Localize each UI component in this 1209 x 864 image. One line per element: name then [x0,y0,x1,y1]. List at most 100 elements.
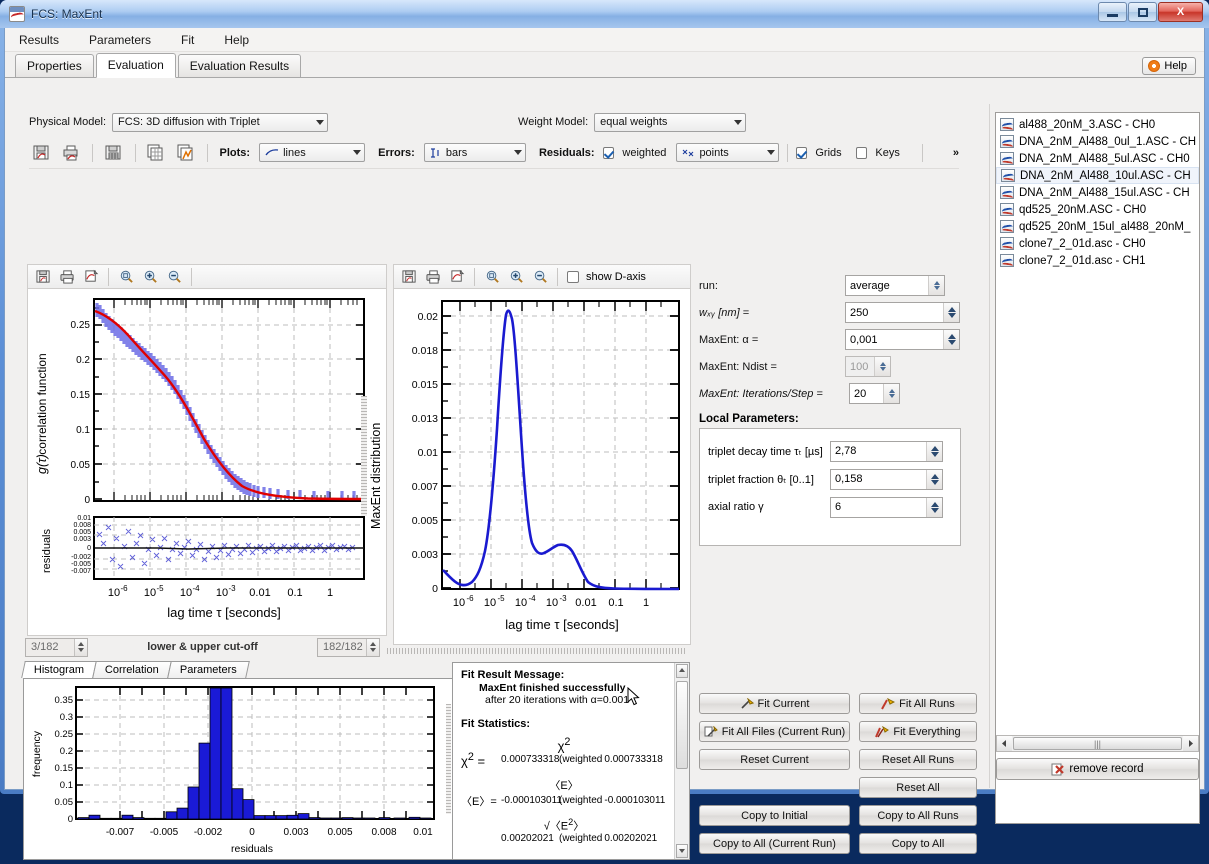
record-list[interactable]: al488_20nM_3.ASC - CH0 DNA_2nM_Al488_0ul… [995,112,1200,824]
zoom-in-icon[interactable] [505,267,527,287]
reset-all-runs-button[interactable]: Reset All Runs [859,749,977,770]
show-daxis-checkbox[interactable] [567,270,579,283]
scroll-right-arrow-icon[interactable] [1183,736,1198,751]
alpha-spinner[interactable] [943,330,959,349]
scroll-up-arr ow-icon[interactable] [676,664,688,678]
fit-current-label: Fit Current [757,697,810,710]
list-item[interactable]: al488_20nM_3.ASC - CH0 [996,116,1199,133]
weighted-checkbox[interactable] [602,146,615,159]
tab-histogram[interactable]: Histogram [21,661,97,678]
fit-everything-button[interactable]: Fit Everything [859,721,977,742]
copy-to-all-button[interactable]: Copy to All [859,833,977,854]
keys-checkbox[interactable] [855,146,868,159]
svg-text:10: 10 [180,587,192,599]
ndist-label: MaxEnt: Ndist = [699,360,777,373]
axial-ratio-spinner[interactable] [926,497,942,517]
copy-icon[interactable] [446,267,468,287]
menu-help[interactable]: Help [222,31,251,49]
zoom-out-icon[interactable] [163,267,185,287]
residual-style-combo[interactable]: points [676,143,779,162]
fit-all-files-button[interactable]: Fit All Files (Current Run) [699,721,850,742]
list-item[interactable]: DNA_2nM_Al488_15ul.ASC - CH [996,184,1199,201]
lower-cutoff-spinner[interactable]: 3/182 [25,637,88,657]
copy-to-initial-button[interactable]: Copy to Initial [699,805,850,826]
weight-model-combo[interactable]: equal weights [594,112,747,132]
physical-model-combo[interactable]: FCS: 3D diffusion with Triplet [112,112,329,132]
svg-text:0.25: 0.25 [71,320,91,331]
upper-cutoff-spinner[interactable]: 182/182 [316,637,380,657]
grids-checkbox[interactable] [795,146,808,159]
menu-parameters[interactable]: Parameters [87,31,153,49]
toolbar-overflow-button[interactable]: » [953,147,959,159]
spinner-arrows[interactable] [365,638,379,656]
wxy-field[interactable]: 250 [845,302,960,323]
print-plot-icon[interactable] [59,141,85,165]
copy-table-icon[interactable] [144,141,170,165]
tab-evaluation[interactable]: Evaluation [95,53,176,78]
menu-fit[interactable]: Fit [179,31,196,49]
errors-combo[interactable]: bars [423,143,526,162]
toolbar-separator [108,267,109,286]
print-icon[interactable] [56,267,78,287]
plots-combo[interactable]: lines [259,143,366,162]
help-button[interactable]: Help [1142,57,1196,75]
print-icon[interactable] [422,267,444,287]
list-item-selected[interactable]: DNA_2nM_Al488_10ul.ASC - CH [996,167,1199,184]
axial-ratio-field[interactable]: 6 [830,496,943,518]
iterations-field[interactable]: 20 [849,383,900,404]
zoom-all-icon[interactable] [115,267,137,287]
maximize-button[interactable] [1128,2,1157,22]
triplet-decay-spinner[interactable] [926,441,942,461]
hscrollbar-thumb[interactable]: ||| [1013,737,1182,750]
save-plot-icon[interactable] [29,141,55,165]
copy-to-all-current-run-button[interactable]: Copy to All (Current Run) [699,833,850,854]
tab-correlation[interactable]: Correlation [92,661,172,678]
copy-icon[interactable] [80,267,102,287]
list-item[interactable]: DNA_2nM_Al488_5ul.ASC - CH0 [996,150,1199,167]
save-icon[interactable] [398,267,420,287]
list-item[interactable]: qd525_20nM_15ul_al488_20nM_ [996,218,1199,235]
list-item[interactable]: qd525_20nM.ASC - CH0 [996,201,1199,218]
minimize-button[interactable] [1098,2,1127,22]
scrollbar-thumb[interactable] [676,681,688,769]
save-data-icon[interactable] [101,141,127,165]
correlation-plot-canvas[interactable]: 0.25 0.2 0.15 0.1 0.05 0 correlation fun… [27,289,387,636]
zoom-out-icon[interactable] [529,267,551,287]
fit-result-scrollbar[interactable] [674,663,689,859]
list-item[interactable]: clone7_2_01d.asc - CH0 [996,235,1199,252]
list-item[interactable]: clone7_2_01d.asc - CH1 [996,252,1199,269]
triplet-fraction-spinner[interactable] [926,469,942,489]
scroll-down-arrow-icon[interactable] [676,844,688,858]
spinner-arrows[interactable] [74,638,87,656]
tab-properties[interactable]: Properties [15,54,94,77]
maxent-plot-canvas[interactable]: 0.02 0.018 0.015 0.013 0.01 0.007 0.005 … [393,289,691,645]
tab-parameters[interactable]: Parameters [167,661,250,678]
zoom-all-icon[interactable] [481,267,503,287]
iterations-spinner[interactable] [883,384,899,403]
copy-to-all-runs-button[interactable]: Copy to All Runs [859,805,977,826]
histogram-canvas[interactable]: 0.35 0.3 0.25 0.2 0.15 0.1 0.05 0 -0.007… [23,678,453,860]
export-matlab-icon[interactable] [173,141,199,165]
reset-current-button[interactable]: Reset Current [699,749,850,770]
list-item[interactable]: DNA_2nM_Al488_0ul_1.ASC - CH [996,133,1199,150]
tab-evaluation-results[interactable]: Evaluation Results [177,54,302,77]
fit-all-runs-button[interactable]: Fit All Runs [859,693,977,714]
zoom-in-icon[interactable] [139,267,161,287]
alpha-field[interactable]: 0,001 [845,329,960,350]
menu-results[interactable]: Results [17,31,61,49]
remove-record-button[interactable]: remove record [996,758,1199,780]
triplet-fraction-field[interactable]: 0,158 [830,468,943,490]
record-list-hscrollbar[interactable]: ||| [996,735,1199,752]
wxy-spinner[interactable] [943,303,959,322]
run-field[interactable]: average [845,275,945,296]
fit-result-panel[interactable]: Fit Result Message: MaxEnt finished succ… [452,662,690,860]
reset-all-button[interactable]: Reset All [859,777,977,798]
toolbar-separator [206,143,208,162]
svg-text:-3: -3 [559,594,567,603]
scroll-left-arrow-icon[interactable] [997,736,1012,751]
save-icon[interactable] [32,267,54,287]
triplet-decay-field[interactable]: 2,78 [830,440,943,462]
fit-current-button[interactable]: Fit Current [699,693,850,714]
close-button[interactable]: X [1158,2,1203,22]
run-spinner[interactable] [928,276,944,295]
